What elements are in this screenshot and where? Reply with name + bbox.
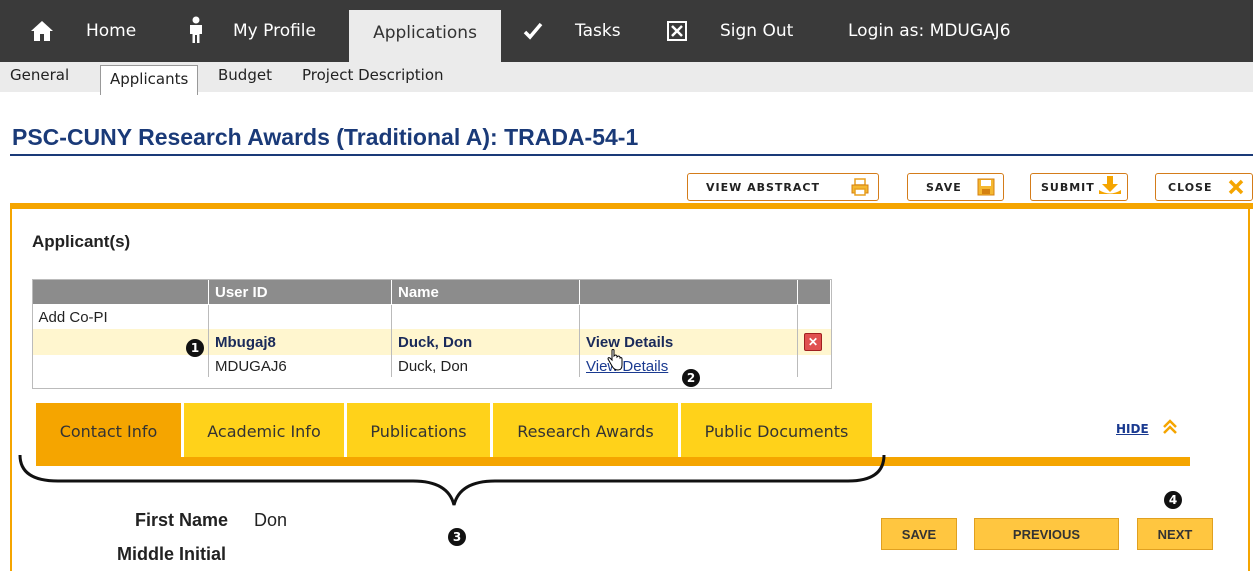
table-row: MDUGAJ6 Duck, Don View Details (33, 355, 831, 377)
nav-tasks[interactable]: Tasks (575, 0, 621, 62)
delete-icon[interactable]: ✕ (804, 333, 822, 351)
table-cell (797, 355, 831, 377)
marker-4: 4 (1164, 491, 1182, 509)
table-cell (391, 304, 580, 329)
view-abstract-label: VIEW ABSTRACT (706, 181, 820, 194)
subtab-budget[interactable]: Budget (218, 62, 272, 88)
first-name-label: First Name (135, 510, 229, 530)
title-divider (10, 154, 1253, 156)
table-cell (33, 355, 209, 377)
column-header-user-id: User ID (208, 279, 392, 305)
x-box-icon[interactable] (667, 21, 687, 41)
submit-button[interactable]: SUBMIT (1030, 173, 1128, 201)
content-right-border (1248, 203, 1250, 571)
hand-cursor-icon (607, 349, 623, 371)
nav-applications[interactable]: Applications (349, 10, 501, 62)
sub-navigation: General Applicants Budget Project Descri… (0, 62, 1253, 95)
hide-link[interactable]: HIDE (1116, 422, 1149, 436)
page-title: PSC-CUNY Research Awards (Traditional A)… (12, 124, 639, 150)
next-button[interactable]: NEXT (1137, 518, 1213, 550)
applicants-heading: Applicant(s) (32, 232, 131, 251)
table-cell (797, 304, 831, 329)
delete-cell: ✕ (797, 329, 831, 355)
first-name-value: Don (254, 510, 288, 530)
floppy-disk-icon (977, 178, 995, 196)
top-navigation: Home My Profile Applications Tasks Sign … (0, 0, 1253, 62)
table-cell (579, 304, 798, 329)
marker-2: 2 (682, 369, 700, 387)
name-cell: Duck, Don (391, 329, 580, 355)
chevron-up-icon[interactable] (1161, 418, 1179, 436)
submit-label: SUBMIT (1041, 181, 1095, 194)
person-icon[interactable] (187, 16, 205, 44)
marker-3: 3 (448, 528, 466, 546)
tab-public-documents[interactable]: Public Documents (681, 403, 872, 457)
tab-publications[interactable]: Publications (347, 403, 490, 457)
table-row: Mbugaj8 Duck, Don View Details ✕ (32, 329, 831, 355)
nav-sign-out[interactable]: Sign Out (720, 0, 793, 62)
close-label: CLOSE (1168, 181, 1213, 194)
checkmark-icon[interactable] (523, 21, 543, 41)
table-cell (208, 304, 392, 329)
user-id-cell: MDUGAJ6 (208, 355, 392, 377)
previous-button[interactable]: PREVIOUS (974, 518, 1119, 550)
column-header-name: Name (391, 279, 580, 305)
subtab-applicants[interactable]: Applicants (100, 65, 199, 95)
save-top-button[interactable]: SAVE (907, 173, 1004, 201)
table-cell (32, 329, 209, 355)
user-id-cell: Mbugaj8 (208, 329, 392, 355)
tab-research-awards[interactable]: Research Awards (493, 403, 678, 457)
name-cell: Duck, Don (391, 355, 580, 377)
middle-initial-label: Middle Initial (117, 544, 227, 564)
view-abstract-button[interactable]: VIEW ABSTRACT (687, 173, 879, 201)
column-header-delete (797, 279, 831, 305)
table-header-row: User ID Name (32, 279, 831, 305)
close-button[interactable]: CLOSE (1155, 173, 1253, 201)
close-icon (1228, 179, 1244, 195)
column-header-blank (32, 279, 209, 305)
nav-home[interactable]: Home (86, 0, 136, 62)
home-icon[interactable] (30, 19, 54, 43)
login-status: Login as: MDUGAJ6 (848, 21, 1011, 41)
add-co-pi-row: Add Co-PI (33, 304, 831, 330)
save-button[interactable]: SAVE (881, 518, 957, 550)
submit-icon (1099, 176, 1121, 194)
content-left-border (10, 203, 12, 571)
column-header-details (579, 279, 798, 305)
subtab-general[interactable]: General (10, 62, 69, 88)
content-top-border (10, 203, 1253, 209)
add-co-pi-link[interactable]: Add Co-PI (33, 305, 209, 330)
printer-icon (851, 178, 869, 196)
tab-contact-info[interactable]: Contact Info (36, 403, 181, 457)
tab-academic-info[interactable]: Academic Info (184, 403, 344, 457)
nav-applications-label: Applications (373, 23, 477, 43)
applicants-table: User ID Name Add Co-PI Mbugaj8 Duck, Don… (32, 279, 831, 377)
marker-1: 1 (186, 339, 204, 357)
save-top-label: SAVE (926, 181, 962, 194)
nav-my-profile[interactable]: My Profile (233, 0, 316, 62)
subtab-project-description[interactable]: Project Description (302, 62, 444, 88)
